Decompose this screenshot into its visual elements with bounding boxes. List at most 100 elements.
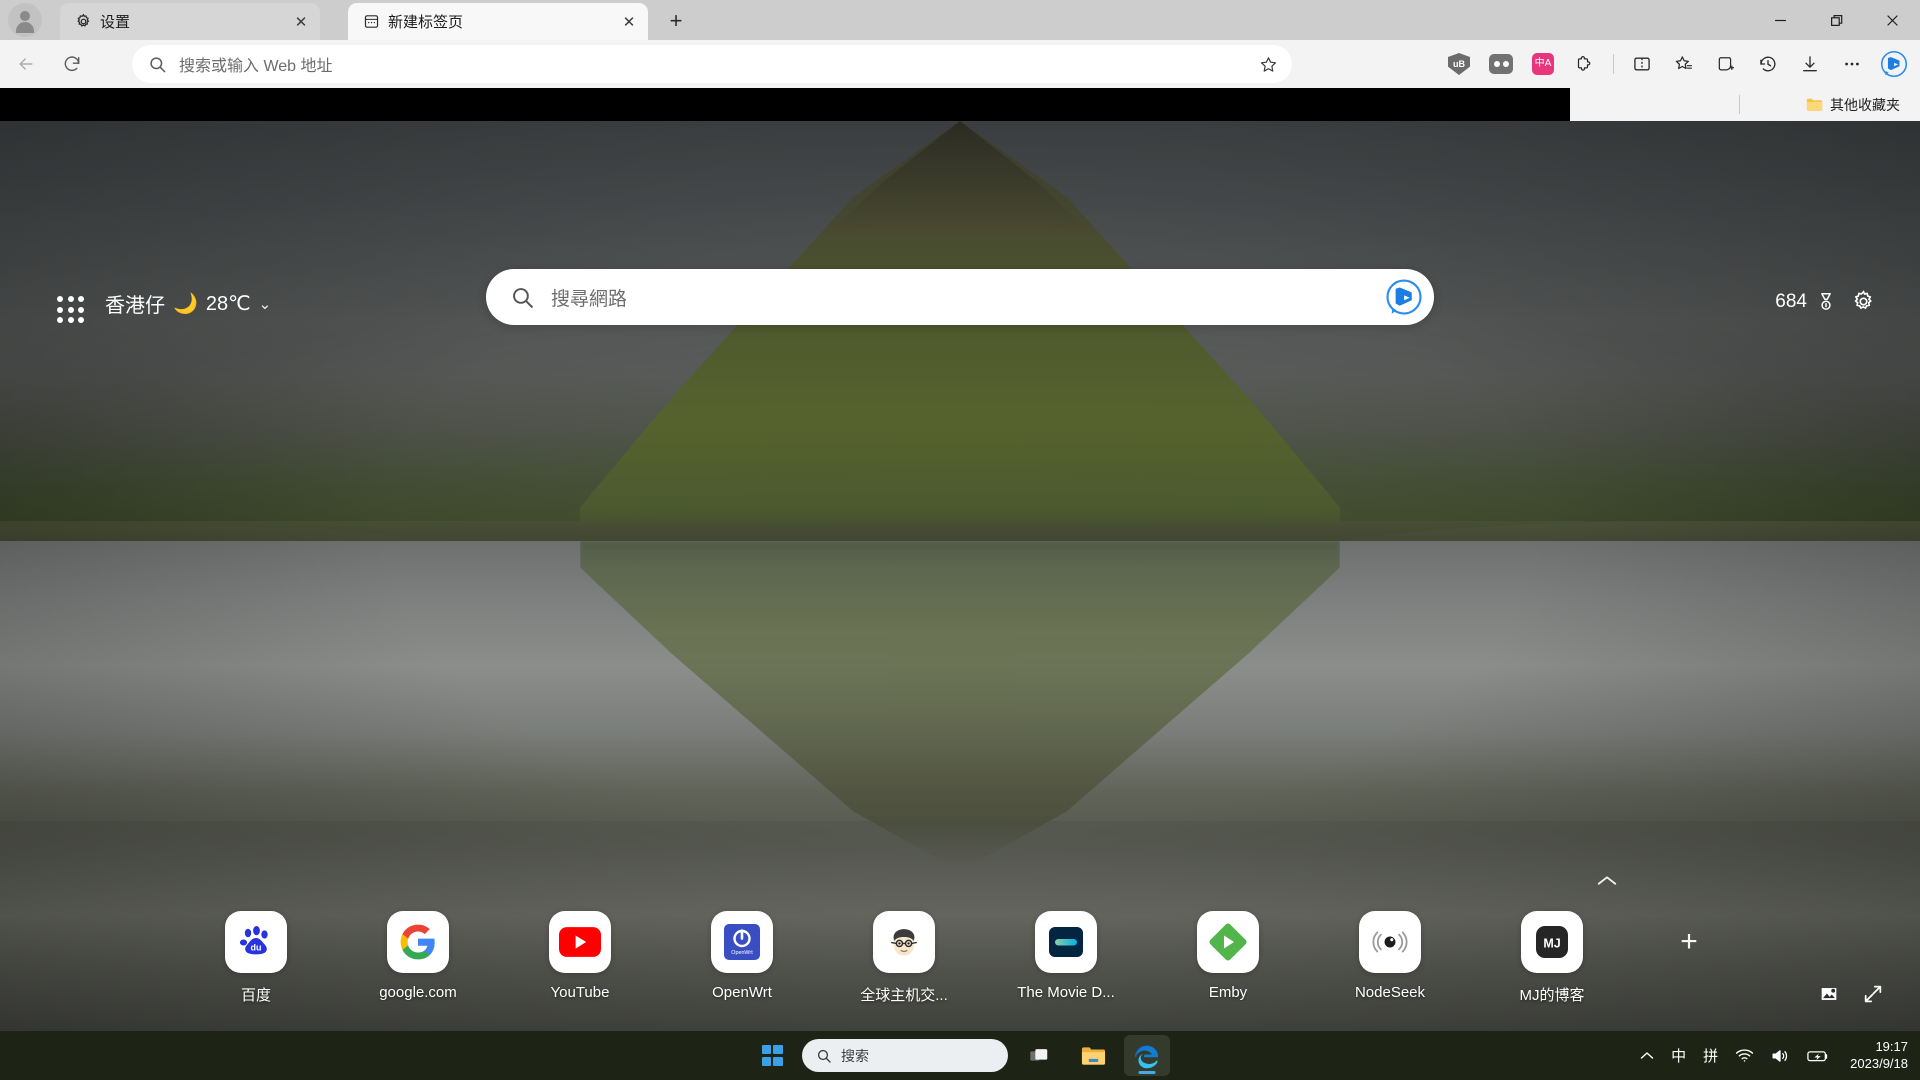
browser-chrome: 设置 ✕ 新建标签页 ✕ + 搜索或输入 Web 地址 uB 中A 其他收藏夹 <box>0 0 1920 121</box>
weather-widget[interactable]: 香港仔 🌙 28℃ ⌄ <box>105 289 271 318</box>
taskbar-clock[interactable]: 19:17 2023/9/18 <box>1850 1039 1908 1072</box>
windows-taskbar: 搜索 中 拼 19:17 2023/9/18 <box>0 1031 1920 1080</box>
ime-pinyin-indicator[interactable]: 拼 <box>1703 1045 1718 1066</box>
apps-grid-icon[interactable] <box>57 296 85 324</box>
svg-text:du: du <box>251 943 262 953</box>
tab-strip: 设置 ✕ 新建标签页 ✕ + <box>0 0 1920 40</box>
task-view-button[interactable] <box>1016 1035 1062 1076</box>
tab-title: 新建标签页 <box>388 14 464 31</box>
star-icon[interactable] <box>1252 48 1284 80</box>
rewards-points: 684 <box>1775 290 1807 312</box>
volume-icon[interactable] <box>1771 1048 1790 1064</box>
shortcut-label: NodeSeek <box>1354 984 1426 1001</box>
address-bar[interactable]: 搜索或输入 Web 地址 <box>132 45 1292 83</box>
shortcut-tiles: du 百度 google.com YouTube OpenWrt OpenWrt… <box>201 911 1719 1005</box>
chevron-down-icon[interactable]: ⌄ <box>259 295 272 313</box>
add-shortcut-button[interactable]: + <box>1659 911 1719 973</box>
search-icon <box>148 55 167 74</box>
expand-icon[interactable] <box>1862 983 1884 1005</box>
split-screen-icon[interactable] <box>1622 44 1662 84</box>
shield-icon: uB <box>1448 53 1470 75</box>
tmdb-icon <box>1035 911 1097 973</box>
image-info-icon[interactable] <box>1818 983 1840 1005</box>
start-button[interactable] <box>750 1035 794 1076</box>
shortcut-tile-google[interactable]: google.com <box>363 911 473 1001</box>
window-controls <box>1752 0 1920 40</box>
newtab-settings-button[interactable] <box>1851 289 1876 314</box>
shortcut-tile-tmdb[interactable]: The Movie D... <box>1011 911 1121 1001</box>
back-button[interactable] <box>6 46 46 82</box>
taskbar-search-box[interactable]: 搜索 <box>802 1039 1008 1072</box>
extension-icon <box>1489 54 1513 74</box>
file-explorer-button[interactable] <box>1070 1035 1116 1076</box>
bing-copilot-icon[interactable] <box>1384 277 1424 317</box>
copilot-bing-button[interactable] <box>1874 44 1914 84</box>
address-bar-placeholder: 搜索或输入 Web 地址 <box>179 58 333 75</box>
search-icon <box>816 1048 832 1064</box>
tab-close-button[interactable]: ✕ <box>616 9 642 35</box>
shortcut-tile-baidu[interactable]: du 百度 <box>201 911 311 1005</box>
translate-icon: 中A <box>1532 53 1554 75</box>
bing-search-box[interactable]: 搜尋網路 <box>486 269 1434 325</box>
shortcut-tile-emby[interactable]: Emby <box>1173 911 1283 1001</box>
tab-newtab[interactable]: 新建标签页 ✕ <box>348 3 648 40</box>
folder-icon <box>1806 97 1823 112</box>
rewards-button[interactable]: 684 <box>1775 291 1837 313</box>
shortcut-tile-openwrt[interactable]: OpenWrt OpenWrt <box>687 911 797 1001</box>
taskbar-search-placeholder: 搜索 <box>841 1047 869 1064</box>
toolbar-divider <box>1613 54 1614 74</box>
new-tab-button[interactable]: + <box>660 6 692 36</box>
search-icon <box>510 285 535 310</box>
weather-temperature: 28℃ <box>205 293 251 315</box>
shortcut-tile-youtube[interactable]: YouTube <box>525 911 635 1001</box>
other-favorites-label: 其他收藏夹 <box>1830 96 1900 113</box>
account-avatar-icon <box>15 10 35 33</box>
settings-and-more-button[interactable] <box>1832 44 1872 84</box>
baidu-icon: du <box>225 911 287 973</box>
tab-close-button[interactable]: ✕ <box>288 9 314 35</box>
shortcut-tile-mj-blog[interactable]: MJ MJ的博客 <box>1497 911 1607 1005</box>
openwrt-icon: OpenWrt <box>711 911 773 973</box>
battery-icon[interactable] <box>1807 1049 1829 1063</box>
tray-overflow-button[interactable] <box>1640 1051 1654 1061</box>
rewards-medal-icon <box>1815 291 1837 313</box>
ime-mode-indicator[interactable]: 中 <box>1671 1045 1686 1066</box>
shortcut-tile-hostloc[interactable]: 全球主机交... <box>849 911 959 1005</box>
profile-avatar-button[interactable] <box>8 3 42 37</box>
translate-extension-icon[interactable]: 中A <box>1523 44 1563 84</box>
favorites-icon[interactable] <box>1664 44 1704 84</box>
downloads-icon[interactable] <box>1790 44 1830 84</box>
extension-grey-icon[interactable] <box>1481 44 1521 84</box>
ublock-origin-extension-icon[interactable]: uB <box>1439 44 1479 84</box>
other-favorites-button[interactable]: 其他收藏夹 <box>1800 92 1906 117</box>
shortcut-label: 百度 <box>240 987 271 1004</box>
svg-text:OpenWrt: OpenWrt <box>731 950 753 956</box>
toolbar-buttons: uB 中A <box>1439 44 1914 84</box>
wifi-icon[interactable] <box>1735 1048 1754 1063</box>
extensions-puzzle-icon[interactable] <box>1565 44 1605 84</box>
newtab-page-icon <box>362 13 380 31</box>
shortcut-label: 全球主机交... <box>860 987 948 1004</box>
shortcut-label: google.com <box>379 984 457 1001</box>
taskbar-center-group: 搜索 <box>750 1031 1170 1080</box>
collections-icon[interactable] <box>1706 44 1746 84</box>
tab-settings[interactable]: 设置 ✕ <box>60 3 320 40</box>
tab-title: 设置 <box>100 14 131 31</box>
bookmarks-divider <box>1739 95 1740 114</box>
shortcut-label: MJ的博客 <box>1519 987 1585 1004</box>
reload-button[interactable] <box>52 46 92 82</box>
background-image <box>0 121 1920 1031</box>
clock-date: 2023/9/18 <box>1850 1055 1908 1071</box>
minimize-button[interactable] <box>1752 0 1808 40</box>
shortcut-tile-nodeseek[interactable]: NodeSeek <box>1335 911 1445 1001</box>
history-icon[interactable] <box>1748 44 1788 84</box>
restore-button[interactable] <box>1808 0 1864 40</box>
shortcut-label: OpenWrt <box>712 984 772 1001</box>
shortcut-label: YouTube <box>550 984 610 1001</box>
collapse-content-button[interactable] <box>1596 874 1618 888</box>
shortcut-label: The Movie D... <box>1017 984 1115 1001</box>
close-button[interactable] <box>1864 0 1920 40</box>
microsoft-edge-button[interactable] <box>1124 1035 1170 1076</box>
browser-window: 设置 ✕ 新建标签页 ✕ + 搜索或输入 Web 地址 uB 中A 其他收藏夹 … <box>0 0 1920 1080</box>
gear-icon <box>74 13 92 31</box>
